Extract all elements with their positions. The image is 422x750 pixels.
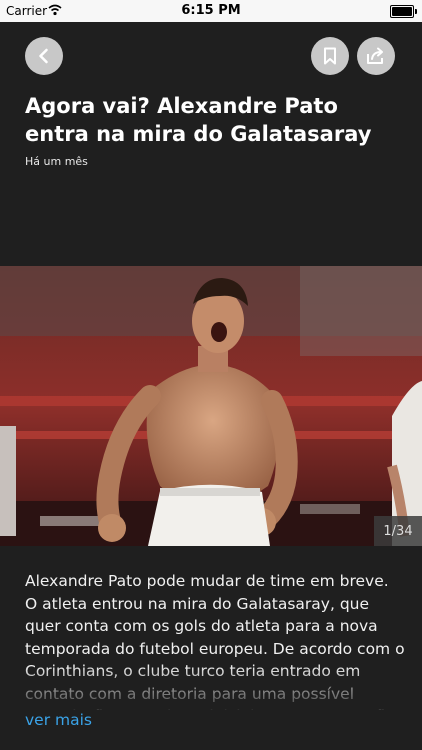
article-photo[interactable]: 1/34	[0, 266, 422, 546]
chevron-left-icon	[39, 48, 48, 64]
article-date: Há um mês	[25, 155, 88, 168]
battery-icon	[390, 5, 417, 18]
status-bar: Carrier 6:15 PM	[0, 0, 422, 22]
text-fade-overlay	[0, 665, 422, 750]
back-button[interactable]	[25, 37, 63, 75]
bookmark-icon	[324, 47, 336, 65]
status-time: 6:15 PM	[181, 3, 241, 18]
share-icon	[367, 47, 383, 64]
player-celebration-image	[0, 266, 422, 546]
bookmark-button[interactable]	[311, 37, 349, 75]
article-title: Agora vai? Alexandre Pato entra na mira …	[25, 94, 372, 146]
share-button[interactable]	[357, 37, 395, 75]
read-more-link[interactable]: ver mais	[25, 711, 92, 729]
gallery-counter: 1/34	[374, 516, 422, 546]
